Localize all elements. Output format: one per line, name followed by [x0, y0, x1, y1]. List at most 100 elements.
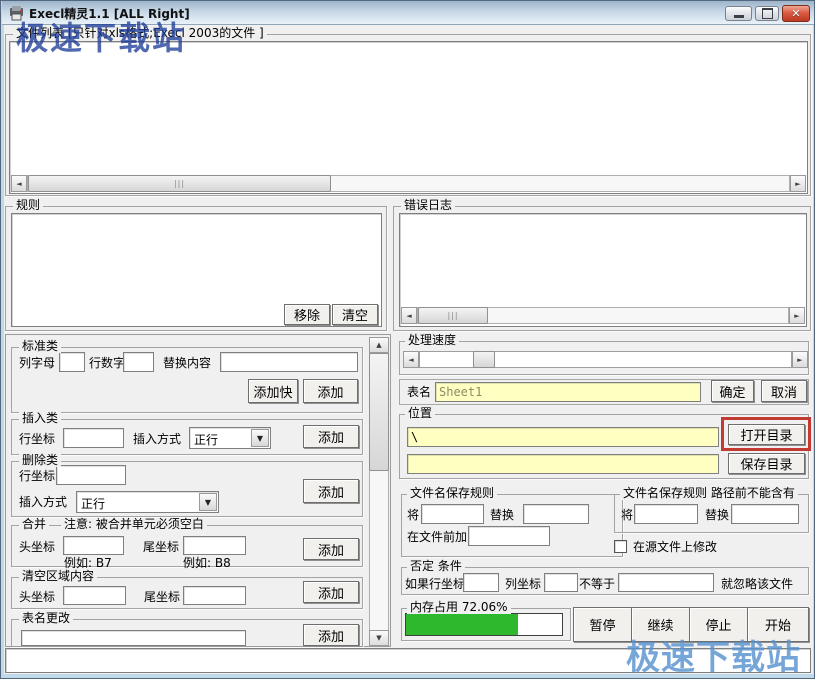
- speed-scroll-right-icon[interactable]: ►: [792, 351, 808, 368]
- clear-area-add-button[interactable]: 添加: [303, 581, 359, 603]
- if-row-label: 如果行坐标: [405, 577, 465, 591]
- path-replace-label: 替换: [705, 508, 729, 522]
- standard-add-button[interactable]: 添加: [303, 379, 358, 403]
- start-button[interactable]: 开始: [747, 607, 809, 642]
- standard-label: 标准类: [19, 340, 61, 353]
- filename-rule-label: 文件名保存规则: [407, 487, 497, 500]
- memory-progress-bar: [405, 613, 563, 636]
- filename-prefix-input[interactable]: [468, 526, 550, 546]
- merge-head-input[interactable]: [63, 536, 124, 555]
- insert-mode-select[interactable]: 正行 ▼: [189, 427, 271, 449]
- merge-example-tail: 例如: B8: [183, 556, 231, 570]
- delete-mode-select[interactable]: 正行 ▼: [76, 491, 219, 513]
- path-rule-label: 文件名保存规则 路径前不能含有: [620, 487, 798, 500]
- panel-scroll-up-icon[interactable]: ▲: [369, 337, 389, 353]
- replace-content-input[interactable]: [220, 352, 358, 372]
- stop-button[interactable]: 停止: [689, 607, 748, 642]
- insert-row-coord-input[interactable]: [63, 428, 124, 448]
- save-directory-button[interactable]: 保存目录: [728, 453, 805, 474]
- filelist-scroll-left-icon[interactable]: ◄: [11, 175, 27, 192]
- close-icon: ✕: [791, 7, 800, 20]
- close-button[interactable]: ✕: [782, 5, 810, 22]
- col-letter-label: 列字母: [19, 356, 55, 370]
- open-path-input[interactable]: [407, 427, 719, 447]
- errorlog-scroll-thumb[interactable]: |||: [418, 307, 488, 324]
- sheet-name-input[interactable]: [435, 382, 701, 402]
- rename-add-button[interactable]: 添加: [303, 624, 359, 646]
- insert-row-coord-label: 行坐标: [19, 432, 55, 446]
- if-row-input[interactable]: [463, 573, 499, 592]
- memory-progress-fill: [406, 614, 518, 635]
- merge-label: 合并: [19, 518, 49, 531]
- errorlog-scroll-right-icon[interactable]: ►: [789, 307, 805, 324]
- speed-scroll-left-icon[interactable]: ◄: [403, 351, 419, 368]
- filename-prefix-label: 在文件前加: [407, 530, 467, 544]
- col-letter-input[interactable]: [59, 352, 85, 372]
- delete-add-button[interactable]: 添加: [303, 479, 359, 503]
- path-will-input[interactable]: [634, 504, 698, 524]
- error-log-label: 错误日志: [401, 199, 455, 212]
- memory-usage-label: 内存占用 72.06%: [407, 601, 511, 614]
- delete-row-coord-input[interactable]: [56, 465, 126, 485]
- file-listbox[interactable]: [9, 41, 808, 194]
- title-bar: Execl精灵1.1 [ALL Right] ✕: [2, 1, 815, 25]
- replace-content-label: 替换内容: [163, 356, 211, 370]
- insert-add-button[interactable]: 添加: [303, 425, 359, 448]
- filename-will-input[interactable]: [421, 504, 484, 524]
- add-fast-button[interactable]: 添加快: [248, 379, 298, 403]
- chevron-down-icon[interactable]: ▼: [199, 493, 217, 511]
- rename-input[interactable]: [21, 630, 246, 646]
- minimize-button[interactable]: [725, 6, 752, 21]
- filename-will-label: 将: [407, 508, 419, 522]
- clear-rules-button[interactable]: 清空: [332, 304, 378, 325]
- chevron-down-icon[interactable]: ▼: [251, 429, 269, 447]
- clear-area-head-input[interactable]: [63, 586, 126, 605]
- modify-source-label: 在源文件上修改: [633, 540, 717, 554]
- row-number-label: 行数字: [89, 356, 125, 370]
- panel-scroll-thumb[interactable]: [369, 353, 389, 471]
- rename-label: 表名更改: [19, 612, 73, 625]
- filename-replace-input[interactable]: [523, 504, 589, 524]
- resume-button[interactable]: 继续: [631, 607, 690, 642]
- file-list-label: 文件列表 [只针对xls格式;Execl 2003的文件 ]: [13, 27, 267, 40]
- rules-label: 规则: [13, 199, 43, 212]
- panel-scroll-down-icon[interactable]: ▼: [369, 630, 389, 646]
- clear-area-tail-label: 尾坐标: [144, 590, 180, 604]
- window-title: Execl精灵1.1 [ALL Right]: [29, 5, 190, 22]
- col-coord-input[interactable]: [544, 573, 578, 592]
- not-equal-input[interactable]: [618, 573, 714, 592]
- sheet-name-label: 表名: [407, 385, 431, 399]
- location-label: 位置: [405, 407, 435, 420]
- errorlog-scroll-left-icon[interactable]: ◄: [401, 307, 417, 324]
- maximize-button[interactable]: [755, 6, 779, 21]
- filelist-scroll-thumb[interactable]: |||: [28, 175, 331, 192]
- cancel-button[interactable]: 取消: [761, 380, 807, 402]
- merge-add-button[interactable]: 添加: [303, 538, 359, 560]
- app-icon: [8, 5, 25, 22]
- save-path-input[interactable]: [407, 454, 719, 474]
- col-coord-label: 列坐标: [505, 577, 541, 591]
- app-window: Execl精灵1.1 [ALL Right] ✕ 文件列表 [只针对xls格式;…: [0, 0, 815, 679]
- merge-tail-label: 尾坐标: [143, 540, 179, 554]
- maximize-icon: [762, 8, 773, 19]
- filelist-scroll-right-icon[interactable]: ►: [790, 175, 806, 192]
- delete-mode-label: 插入方式: [19, 495, 67, 509]
- negative-label: 否定 条件: [407, 560, 465, 573]
- ok-button[interactable]: 确定: [711, 380, 754, 402]
- insert-mode-value: 正行: [194, 431, 218, 448]
- clear-area-tail-input[interactable]: [183, 586, 246, 605]
- merge-head-label: 头坐标: [19, 540, 55, 554]
- merge-tail-input[interactable]: [183, 536, 246, 555]
- row-number-input[interactable]: [123, 352, 154, 372]
- path-replace-input[interactable]: [731, 504, 799, 524]
- clear-area-label: 清空区域内容: [19, 570, 97, 583]
- speed-slider-thumb[interactable]: [473, 351, 495, 368]
- remove-rule-button[interactable]: 移除: [284, 304, 330, 325]
- minimize-icon: [734, 15, 744, 18]
- filename-replace-label: 替换: [490, 508, 514, 522]
- pause-button[interactable]: 暂停: [573, 607, 632, 642]
- delete-label: 删除类: [19, 454, 61, 467]
- not-equal-label: 不等于: [579, 577, 615, 591]
- insert-label: 插入类: [19, 412, 61, 425]
- modify-source-checkbox[interactable]: [614, 540, 627, 553]
